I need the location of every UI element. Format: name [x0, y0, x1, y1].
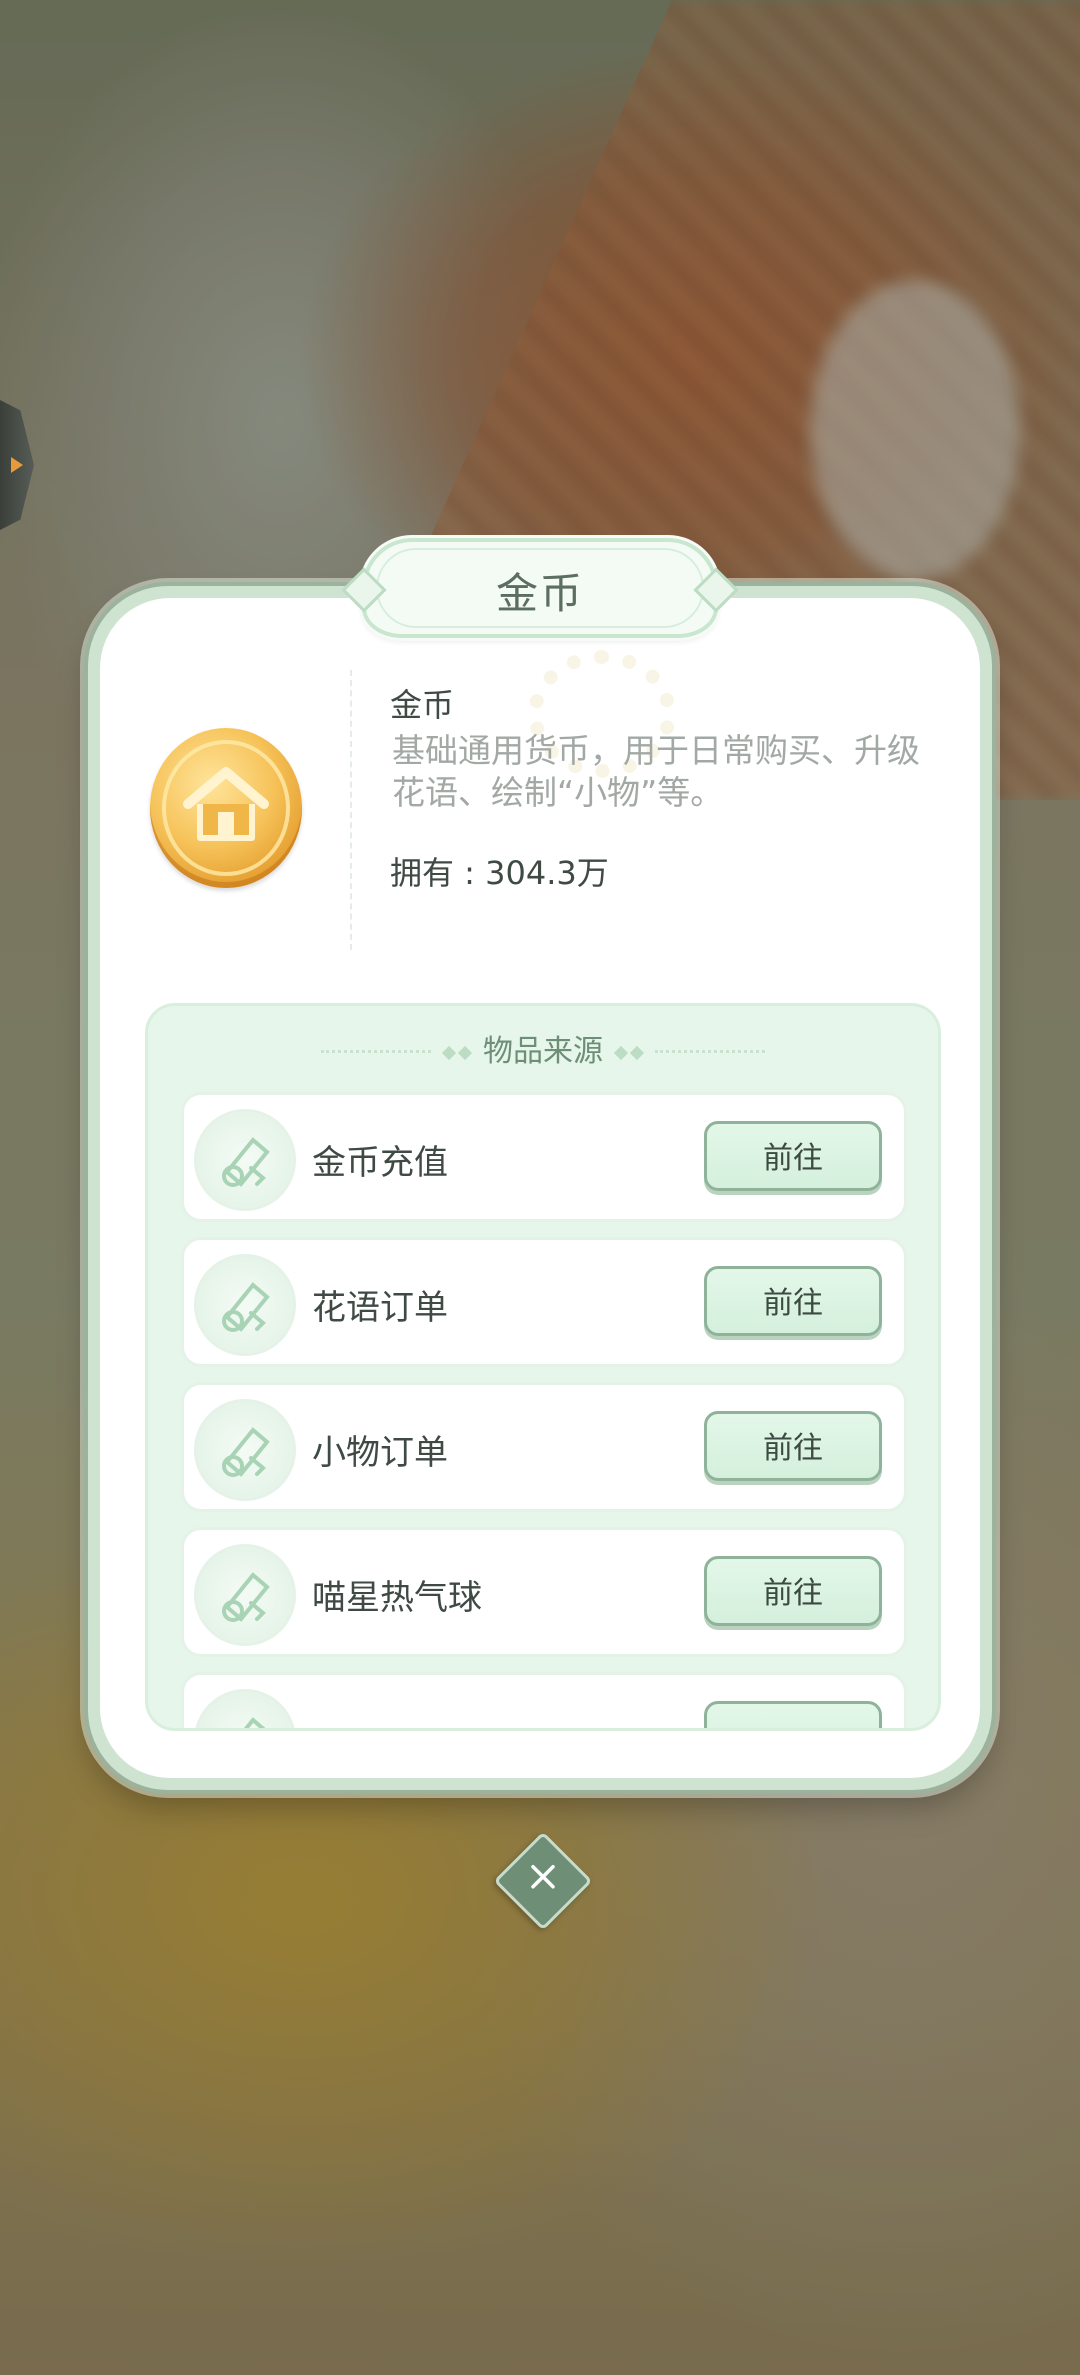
arrow-right-icon: [11, 457, 23, 473]
house-coin-icon: [150, 728, 302, 888]
item-sources-panel[interactable]: 物品来源 金币充值 前往 花语订单 前往 小物订单 前往 喵星热气球 前往: [145, 1003, 941, 1731]
source-row: 金币充值 前往: [181, 1092, 907, 1222]
source-row: 小物订单 前往: [181, 1382, 907, 1512]
source-row: 花语订单 前往: [181, 1237, 907, 1367]
go-button[interactable]: 前往: [704, 1121, 882, 1191]
scroll-icon: [194, 1254, 296, 1356]
source-label: 花语订单: [312, 1288, 448, 1328]
scroll-icon: [194, 1689, 296, 1728]
source-label: 喵星热气球: [312, 1578, 482, 1618]
scroll-icon: [194, 1399, 296, 1501]
scroll-icon: [194, 1544, 296, 1646]
go-button[interactable]: 前往: [704, 1411, 882, 1481]
owned-amount: 拥有 : 304.3万: [390, 854, 609, 892]
source-label: 金币充值: [312, 1143, 448, 1183]
close-icon: [531, 1865, 555, 1889]
source-row: 喵星热气球 前往: [181, 1527, 907, 1657]
go-button[interactable]: 前往: [704, 1266, 882, 1336]
item-description: 基础通用货币，用于日常购买、升级花语、绘制“小物”等。: [392, 731, 920, 812]
scroll-icon: [194, 1109, 296, 1211]
sources-title: 物品来源: [483, 1034, 603, 1069]
source-label: 小物订单: [312, 1433, 448, 1473]
info-divider: [350, 670, 352, 950]
sources-header: 物品来源: [148, 1026, 938, 1070]
item-name: 金币: [390, 686, 455, 724]
go-button[interactable]: 前往: [704, 1556, 882, 1626]
go-button[interactable]: [704, 1701, 882, 1728]
title-banner: 金币: [341, 538, 739, 638]
source-row-partial: [181, 1672, 907, 1728]
dialog-title: 金币: [495, 569, 584, 618]
